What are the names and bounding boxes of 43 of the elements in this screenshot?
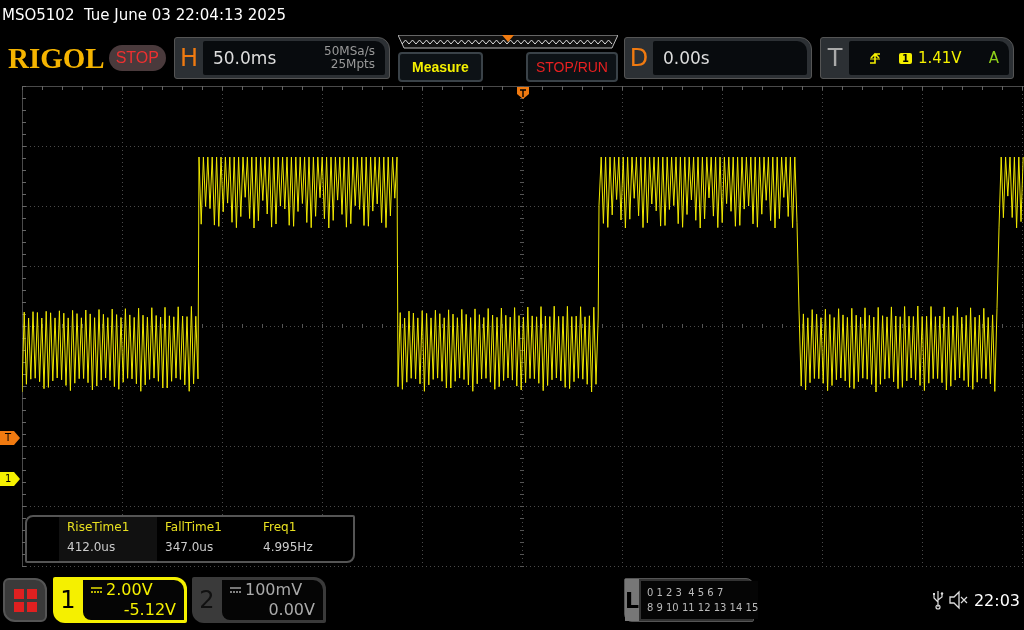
channel-scale: 100mV xyxy=(245,580,303,600)
delay-value: 0.00s xyxy=(662,48,710,68)
status-line: MSO5102 Tue June 03 22:04:13 2025 xyxy=(1,5,287,26)
dc-coupling-icon xyxy=(91,587,102,593)
measurement-value: 347.0us xyxy=(165,539,215,556)
channel-scale: 2.00V xyxy=(106,580,153,600)
measurement-value: 4.995Hz xyxy=(263,539,314,556)
clock: 22:03 xyxy=(973,590,1020,610)
sample-rate: 50MSa/s xyxy=(324,45,375,58)
app-menu-button[interactable] xyxy=(3,578,47,622)
memory-depth: 25Mpts xyxy=(330,58,375,71)
trigger-level-marker[interactable]: T xyxy=(0,431,20,445)
measurement-name: Freq1 xyxy=(263,519,298,536)
channel-number: 1 xyxy=(59,585,77,616)
rising-edge-icon xyxy=(868,51,881,65)
trigger-mode: A xyxy=(988,49,999,67)
delay-key: D xyxy=(624,44,653,72)
measurement-value: 412.0us xyxy=(67,539,117,556)
trigger-source: 1 xyxy=(898,52,912,64)
grid-icon xyxy=(13,588,37,612)
logic-channel-numbers: 0 1 2 3 4 5 6 7 xyxy=(646,586,725,600)
channel-marker[interactable]: 1 xyxy=(0,472,20,486)
timebase-value: 50.0ms xyxy=(212,48,277,68)
logic-key: L xyxy=(624,579,639,621)
run-state-indicator: STOP xyxy=(108,45,166,71)
measurement-name: FallTime1 xyxy=(165,519,223,536)
rigol-logo: RIGOL xyxy=(8,41,105,75)
measurement-name: RiseTime1 xyxy=(67,519,131,536)
usb-icon xyxy=(931,590,944,610)
dc-coupling-icon xyxy=(230,587,241,593)
channel-offset: -5.12V xyxy=(123,600,176,620)
stop-run-button[interactable]: STOP/RUN xyxy=(525,51,618,82)
trigger-position-marker[interactable] xyxy=(517,87,529,99)
trigger-key: T xyxy=(820,44,849,72)
channel-offset: 0.00V xyxy=(268,600,315,620)
measure-button[interactable]: Measure xyxy=(397,51,483,82)
speaker-muted-icon[interactable] xyxy=(947,590,968,610)
delay-panel[interactable]: D 0.00s xyxy=(623,37,812,79)
trigger-panel[interactable]: T 1 1.41V A xyxy=(819,37,1014,79)
timebase-key: H xyxy=(174,44,203,72)
timebase-panel[interactable]: H 50.0ms 50MSa/s 25Mpts xyxy=(173,37,390,79)
trigger-level: 1.41V xyxy=(917,49,962,67)
channel-button[interactable]: 1 2.00V -5.12V xyxy=(53,577,187,623)
